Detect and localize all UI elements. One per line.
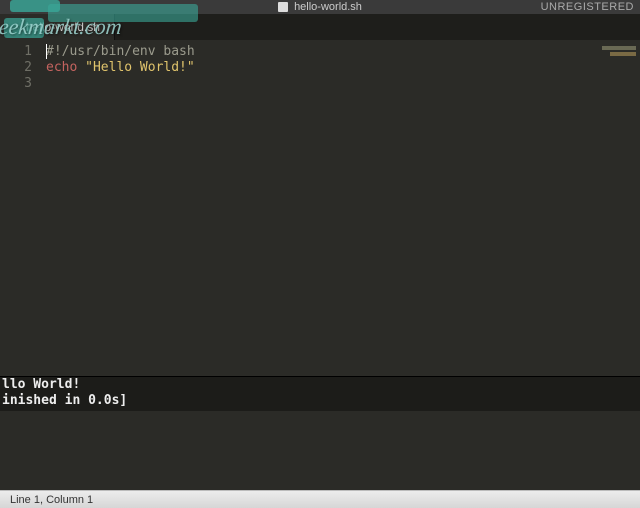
tab-bar: × hello-world.sh — [0, 14, 640, 40]
title-center: hello-world.sh — [278, 1, 362, 13]
cursor-position: Line 1, Column 1 — [10, 494, 93, 506]
line-number: 3 — [0, 76, 32, 92]
registration-status: UNREGISTERED — [541, 1, 634, 13]
build-output-panel[interactable]: llo World! inished in 0.0s] — [0, 377, 640, 411]
minimap-content — [610, 52, 636, 56]
empty-panel-area — [0, 411, 640, 490]
status-bar: Line 1, Column 1 — [0, 490, 640, 508]
code-editor[interactable]: 1 2 3 #!/usr/bin/env bash echo "Hello Wo… — [0, 40, 640, 376]
file-icon — [278, 2, 288, 12]
code-line[interactable] — [46, 76, 580, 92]
minimap[interactable] — [580, 40, 640, 376]
code-line[interactable]: echo "Hello World!" — [46, 60, 580, 76]
code-area[interactable]: #!/usr/bin/env bash echo "Hello World!" — [40, 40, 580, 376]
close-icon[interactable]: × — [14, 22, 20, 33]
tab-hello-world[interactable]: × hello-world.sh — [0, 14, 115, 40]
line-number-gutter: 1 2 3 — [0, 40, 40, 376]
code-line[interactable]: #!/usr/bin/env bash — [46, 44, 580, 60]
window-titlebar: hello-world.sh UNREGISTERED — [0, 0, 640, 14]
line-number: 1 — [0, 44, 32, 60]
window-title: hello-world.sh — [294, 1, 362, 13]
text-cursor — [46, 44, 47, 59]
output-line: llo World! — [2, 377, 80, 392]
output-line: inished in 0.0s] — [2, 393, 127, 408]
tab-label: hello-world.sh — [26, 20, 100, 34]
line-number: 2 — [0, 60, 32, 76]
minimap-content — [602, 46, 636, 50]
